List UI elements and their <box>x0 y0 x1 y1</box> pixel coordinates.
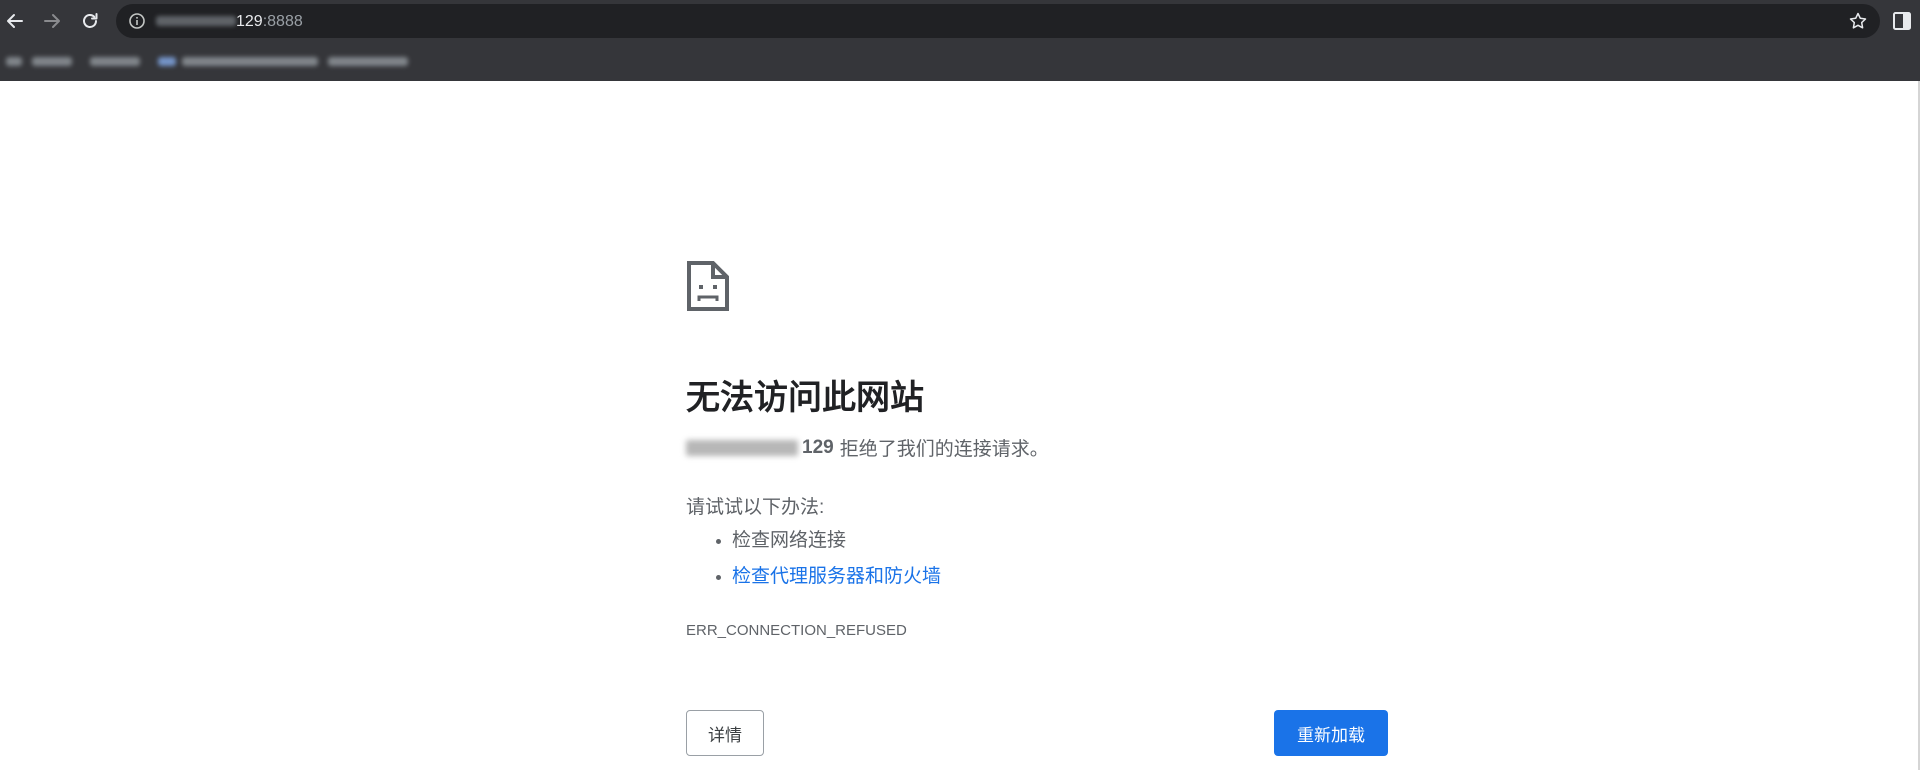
page-title: 无法访问此网站 <box>686 379 924 417</box>
url-host-suffix: 129 <box>236 13 263 30</box>
error-code: ERR_CONNECTION_REFUSED <box>686 622 907 639</box>
bookmark-item[interactable] <box>182 57 318 66</box>
reload-icon <box>83 13 98 28</box>
side-panel-icon[interactable] <box>1892 11 1912 31</box>
bookmark-item[interactable] <box>32 57 72 66</box>
suggestion-check-network: 检查网络连接 <box>686 526 941 562</box>
check-proxy-link[interactable]: 检查代理服务器和防火墙 <box>732 566 941 587</box>
forward-button[interactable] <box>38 7 66 35</box>
host-redacted <box>686 439 798 456</box>
error-summary: 129 拒绝了我们的连接请求。 <box>686 434 1049 461</box>
url-port: :8888 <box>262 13 303 30</box>
refused-message: 拒绝了我们的连接请求。 <box>839 439 1049 460</box>
bookmark-item[interactable] <box>328 57 408 66</box>
suggestion-label: 检查网络连接 <box>732 530 847 551</box>
details-button[interactable]: 详情 <box>686 710 764 756</box>
back-arrow-icon <box>7 14 23 28</box>
bookmarks-bar <box>0 42 1920 81</box>
suggestions-list: 检查网络连接 检查代理服务器和防火墙 <box>686 526 941 598</box>
suggestions-heading: 请试试以下办法: <box>686 497 825 518</box>
back-button[interactable] <box>1 7 29 35</box>
url-redacted <box>156 16 236 26</box>
suggestion-check-proxy: 检查代理服务器和防火墙 <box>686 562 941 598</box>
bookmark-item[interactable] <box>6 57 22 66</box>
star-icon[interactable] <box>1848 11 1868 31</box>
reload-button[interactable]: 重新加载 <box>1274 710 1388 756</box>
host-suffix: 129 <box>802 436 834 458</box>
bookmark-item[interactable] <box>158 57 176 66</box>
address-bar[interactable]: 129:8888 <box>116 4 1880 38</box>
forward-arrow-icon <box>44 14 60 28</box>
url-text[interactable]: 129:8888 <box>236 13 303 31</box>
info-icon[interactable] <box>128 12 146 30</box>
browser-toolbar: 129:8888 <box>0 0 1920 42</box>
sad-page-icon <box>687 261 729 311</box>
bookmark-item[interactable] <box>90 57 140 66</box>
reload-page-button[interactable] <box>76 7 104 35</box>
